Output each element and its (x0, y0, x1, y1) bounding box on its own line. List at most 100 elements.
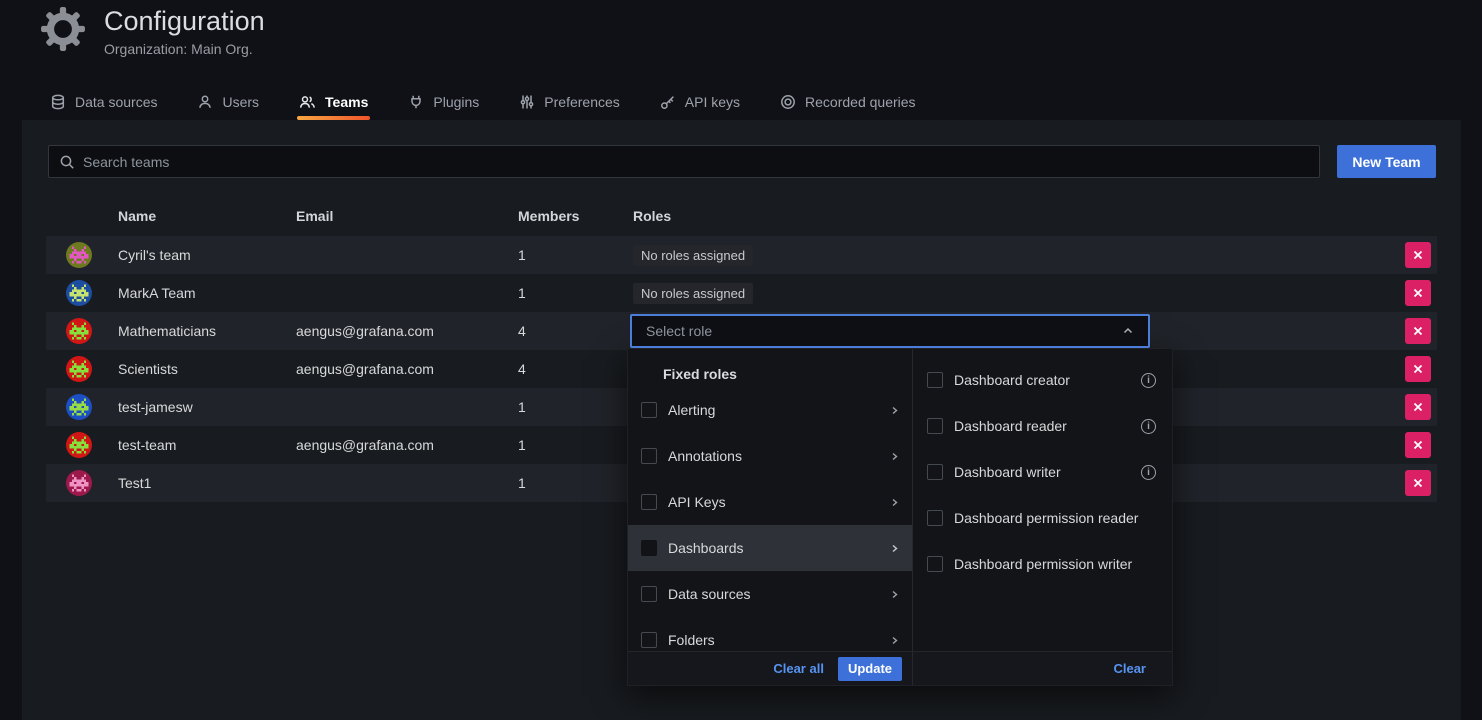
team-members: 1 (518, 236, 526, 274)
checkbox[interactable] (641, 494, 657, 510)
checkbox[interactable] (927, 464, 943, 480)
tab-teams[interactable]: Teams (297, 84, 370, 120)
gear-icon (40, 6, 88, 54)
chevron-right-icon (889, 635, 900, 646)
delete-team-button[interactable] (1405, 356, 1431, 382)
team-name: MarkA Team (118, 274, 196, 312)
checkbox[interactable] (927, 510, 943, 526)
sub-role-list: Dashboard creator i Dashboard reader i D… (913, 349, 1172, 651)
sub-role-dashboard-creator[interactable]: Dashboard creator i (913, 357, 1172, 403)
search-teams-box (48, 145, 1320, 178)
close-icon (1412, 249, 1424, 261)
update-button[interactable]: Update (838, 657, 902, 681)
users-icon (299, 94, 316, 110)
team-avatar (66, 318, 92, 344)
close-icon (1412, 287, 1424, 299)
delete-team-button[interactable] (1405, 394, 1431, 420)
team-avatar (66, 470, 92, 496)
checkbox[interactable] (641, 540, 657, 556)
close-icon (1412, 439, 1424, 451)
checkbox[interactable] (641, 586, 657, 602)
delete-team-button[interactable] (1405, 242, 1431, 268)
role-group-data-sources[interactable]: Data sources (628, 571, 912, 617)
checkbox[interactable] (927, 418, 943, 434)
sub-role-dashboard-permission-reader[interactable]: Dashboard permission reader i (913, 495, 1172, 541)
column-header-name: Name (118, 208, 156, 224)
tab-preferences[interactable]: Preferences (517, 84, 621, 120)
team-email: aengus@grafana.com (296, 312, 434, 350)
team-members: 4 (518, 312, 526, 350)
fixed-roles-header: Fixed roles (628, 361, 912, 387)
group-footer: Clear all Update (628, 651, 912, 685)
page-subtitle: Organization: Main Org. (104, 41, 265, 57)
roles-badge: No roles assigned (633, 245, 753, 266)
page-header: Configuration Organization: Main Org. (40, 4, 265, 57)
delete-team-button[interactable] (1405, 280, 1431, 306)
role-picker-dropdown: Fixed roles Alerting Annotations API Key… (627, 348, 1173, 686)
column-header-members: Members (518, 208, 579, 224)
key-icon (660, 94, 676, 110)
role-group-annotations[interactable]: Annotations (628, 433, 912, 479)
chevron-right-icon (889, 405, 900, 416)
delete-team-button[interactable] (1405, 318, 1431, 344)
tab-users[interactable]: Users (195, 84, 261, 120)
plug-icon (408, 94, 424, 110)
team-name: Mathematicians (118, 312, 216, 350)
user-icon (197, 94, 213, 110)
info-icon[interactable]: i (1141, 465, 1156, 480)
chevron-right-icon (889, 497, 900, 508)
tab-label: Teams (325, 94, 368, 110)
checkbox[interactable] (641, 402, 657, 418)
delete-team-button[interactable] (1405, 470, 1431, 496)
tab-label: API keys (685, 94, 740, 110)
checkbox[interactable] (641, 632, 657, 648)
tab-label: Plugins (433, 94, 479, 110)
team-members: 1 (518, 274, 526, 312)
team-name: test-team (118, 426, 176, 464)
tab-bar: Data sources Users Teams Plugins Prefere… (48, 84, 918, 120)
tab-recorded-queries[interactable]: Recorded queries (778, 84, 918, 120)
team-name: Scientists (118, 350, 178, 388)
role-groups-column: Fixed roles Alerting Annotations API Key… (628, 349, 913, 685)
checkbox[interactable] (927, 556, 943, 572)
role-group-alerting[interactable]: Alerting (628, 387, 912, 433)
tab-api-keys[interactable]: API keys (658, 84, 742, 120)
tab-data-sources[interactable]: Data sources (48, 84, 159, 120)
configuration-page: Configuration Organization: Main Org. Da… (0, 0, 1482, 720)
clear-button[interactable]: Clear (1113, 661, 1146, 676)
column-header-email: Email (296, 208, 333, 224)
role-group-dashboards[interactable]: Dashboards (628, 525, 912, 571)
team-avatar (66, 356, 92, 382)
chevron-right-icon (889, 543, 900, 554)
info-icon[interactable]: i (1141, 419, 1156, 434)
sub-role-dashboard-permission-writer[interactable]: Dashboard permission writer i (913, 541, 1172, 587)
close-icon (1412, 477, 1424, 489)
delete-team-button[interactable] (1405, 432, 1431, 458)
sub-role-dashboard-writer[interactable]: Dashboard writer i (913, 449, 1172, 495)
info-icon[interactable]: i (1141, 373, 1156, 388)
sub-role-dashboard-reader[interactable]: Dashboard reader i (913, 403, 1172, 449)
team-members: 1 (518, 464, 526, 502)
close-icon (1412, 401, 1424, 413)
team-email: aengus@grafana.com (296, 350, 434, 388)
checkbox[interactable] (641, 448, 657, 464)
table-row[interactable]: Cyril's team 1 No roles assigned (46, 236, 1437, 274)
close-icon (1412, 363, 1424, 375)
chevron-right-icon (889, 589, 900, 600)
checkbox[interactable] (927, 372, 943, 388)
tab-label: Users (222, 94, 259, 110)
team-avatar (66, 242, 92, 268)
tab-label: Recorded queries (805, 94, 916, 110)
tab-label: Preferences (544, 94, 619, 110)
role-group-folders[interactable]: Folders (628, 617, 912, 651)
table-row[interactable]: MarkA Team 1 No roles assigned (46, 274, 1437, 312)
clear-all-button[interactable]: Clear all (773, 661, 824, 676)
search-icon (59, 154, 75, 170)
new-team-button[interactable]: New Team (1337, 145, 1436, 178)
tab-plugins[interactable]: Plugins (406, 84, 481, 120)
team-name: test-jamesw (118, 388, 193, 426)
select-role-input[interactable]: Select role (630, 314, 1150, 348)
search-teams-input[interactable] (83, 154, 1309, 170)
role-group-api-keys[interactable]: API Keys (628, 479, 912, 525)
chevron-up-icon (1122, 325, 1134, 337)
